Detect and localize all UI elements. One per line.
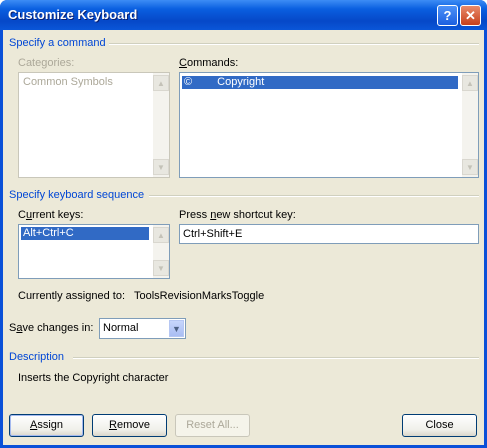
scroll-down-icon[interactable]: ▼ bbox=[153, 260, 169, 276]
commands-listbox[interactable]: © Copyright ▲ ▼ bbox=[179, 72, 479, 178]
list-item[interactable]: © Copyright bbox=[182, 76, 458, 89]
command-symbol: © bbox=[184, 76, 193, 88]
scroll-down-icon[interactable]: ▼ bbox=[462, 159, 478, 175]
close-icon: ✕ bbox=[465, 7, 476, 23]
help-button[interactable]: ? bbox=[437, 5, 458, 26]
current-keys-label: Current keys: bbox=[18, 209, 84, 221]
command-name: Copyright bbox=[217, 76, 265, 88]
categories-scrollbar[interactable]: ▲ ▼ bbox=[153, 73, 169, 177]
dialog-window: Customize Keyboard ? ✕ Specify a command… bbox=[0, 0, 487, 448]
list-item[interactable]: Alt+Ctrl+C bbox=[21, 227, 149, 240]
current-keys-listbox[interactable]: Alt+Ctrl+C ▲ ▼ bbox=[18, 224, 170, 279]
dialog-client-area: Specify a command Categories: Common Sym… bbox=[3, 30, 484, 445]
description-text: Inserts the Copyright character bbox=[18, 372, 169, 384]
close-button[interactable]: Close bbox=[402, 414, 477, 437]
reset-all-button[interactable]: Reset All... bbox=[175, 414, 250, 437]
separator bbox=[73, 357, 479, 359]
save-changes-dropdown[interactable]: Normal ▼ bbox=[99, 318, 186, 339]
scroll-up-icon[interactable]: ▲ bbox=[153, 227, 169, 243]
commands-label: Commands: bbox=[179, 57, 239, 69]
remove-button[interactable]: Remove bbox=[92, 414, 167, 437]
window-title: Customize Keyboard bbox=[8, 7, 138, 22]
assign-button[interactable]: Assign bbox=[9, 414, 84, 437]
help-icon: ? bbox=[443, 8, 452, 23]
commands-scrollbar[interactable]: ▲ ▼ bbox=[462, 73, 478, 177]
categories-listbox[interactable]: Common Symbols ▲ ▼ bbox=[18, 72, 170, 178]
title-bar[interactable]: Customize Keyboard ? ✕ bbox=[0, 0, 487, 30]
scroll-up-icon[interactable]: ▲ bbox=[153, 75, 169, 91]
keyboard-sequence-group-label: Specify keyboard sequence bbox=[9, 189, 145, 201]
separator bbox=[109, 43, 479, 45]
scroll-up-icon[interactable]: ▲ bbox=[462, 75, 478, 91]
chevron-down-icon[interactable]: ▼ bbox=[169, 320, 184, 337]
current-keys-scrollbar[interactable]: ▲ ▼ bbox=[153, 225, 169, 278]
assigned-value: ToolsRevisionMarksToggle bbox=[134, 290, 265, 302]
separator bbox=[149, 195, 479, 197]
new-shortcut-input[interactable]: Ctrl+Shift+E bbox=[179, 224, 479, 244]
close-window-button[interactable]: ✕ bbox=[460, 5, 481, 26]
scroll-down-icon[interactable]: ▼ bbox=[153, 159, 169, 175]
list-item[interactable]: Common Symbols bbox=[21, 76, 113, 89]
specify-command-group-label: Specify a command bbox=[9, 37, 106, 49]
save-changes-value: Normal bbox=[103, 322, 139, 334]
new-shortcut-label: Press new shortcut key: bbox=[179, 209, 296, 221]
save-changes-label: Save changes in: bbox=[9, 322, 94, 334]
assigned-label: Currently assigned to: bbox=[18, 290, 125, 302]
description-group-label: Description bbox=[9, 351, 65, 363]
categories-label: Categories: bbox=[18, 57, 75, 69]
